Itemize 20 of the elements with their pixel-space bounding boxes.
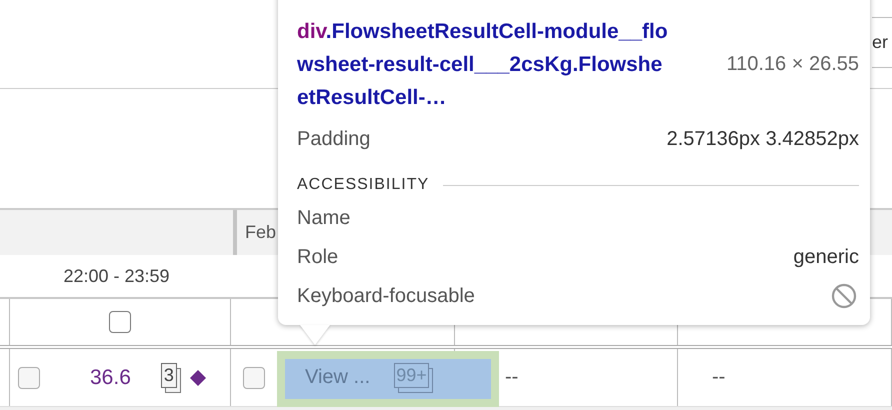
time-range: 22:00 - 23:59 — [62, 265, 171, 288]
property-label: Padding — [297, 128, 370, 150]
checkbox[interactable] — [243, 366, 265, 388]
property-value: 2.57136px 3.42852px — [666, 128, 859, 150]
property-label: Role — [297, 246, 338, 268]
property-label: Name — [297, 206, 350, 230]
date-header: Feb — [244, 221, 278, 244]
section-title: ACCESSIBILITY — [297, 176, 430, 194]
table-cell: -- — [712, 366, 726, 389]
property-value: generic — [793, 246, 859, 268]
element-size: 110.16 × 26.55 — [726, 53, 859, 76]
checkbox[interactable] — [109, 311, 131, 333]
result-value: 36.6 — [90, 366, 131, 390]
table-cell: -- — [505, 366, 518, 389]
view-link[interactable]: View ... — [305, 366, 370, 389]
checkbox[interactable] — [18, 366, 40, 388]
element-selector: div.FlowsheetResultCell-module__flowsheet-result-cell___2csKg.FlowsheetResultCell-… — [297, 19, 669, 111]
column-header: er — [872, 17, 892, 68]
property-label: Keyboard-focusable — [297, 284, 475, 308]
diamond-icon — [188, 368, 207, 386]
